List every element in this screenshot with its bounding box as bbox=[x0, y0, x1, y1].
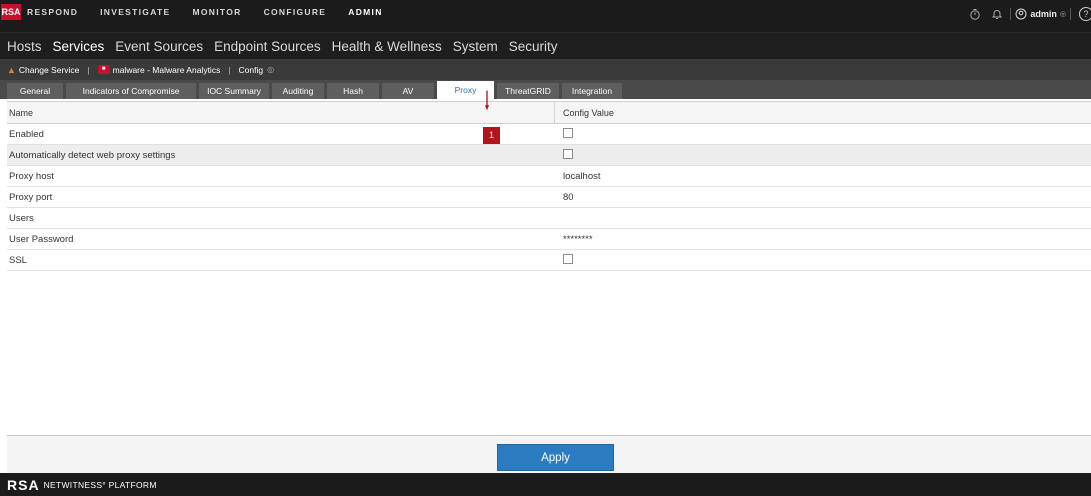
bell-icon[interactable] bbox=[988, 7, 1006, 21]
footer-brand-bar: RSA NETWITNESS° PLATFORM bbox=[0, 473, 1091, 496]
enabled-checkbox[interactable] bbox=[563, 127, 573, 141]
divider bbox=[1010, 8, 1012, 20]
tab-auditing[interactable]: Auditing bbox=[272, 83, 324, 99]
netwitness-platform-label: NETWITNESS° PLATFORM bbox=[43, 479, 157, 490]
setting-name: Automatically detect web proxy settings bbox=[9, 149, 176, 161]
setting-name: SSL bbox=[9, 254, 27, 266]
apply-button[interactable]: Apply bbox=[497, 444, 614, 471]
setting-name: Enabled bbox=[9, 128, 44, 140]
setting-name: Proxy port bbox=[9, 191, 53, 203]
tab-threatgrid[interactable]: ThreatGRID bbox=[497, 83, 559, 99]
divider: | bbox=[228, 64, 231, 75]
divider: | bbox=[87, 64, 90, 75]
top-nav: RESPOND INVESTIGATE MONITOR CONFIGURE AD… bbox=[27, 7, 427, 40]
callout-arrow-icon bbox=[485, 90, 489, 111]
table-row[interactable]: Proxy port 80 bbox=[7, 187, 1091, 208]
auto-detect-proxy-checkbox[interactable] bbox=[563, 148, 573, 162]
sub-nav-services[interactable]: Services bbox=[53, 39, 105, 54]
sub-nav-security[interactable]: Security bbox=[509, 39, 558, 54]
sub-nav-health-wellness[interactable]: Health & Wellness bbox=[332, 39, 442, 54]
sub-nav-event-sources[interactable]: Event Sources bbox=[115, 39, 203, 54]
rsa-footer-logo: RSA bbox=[7, 476, 40, 493]
proxy-config-table: Name Config Value Enabled Automatically … bbox=[7, 101, 1091, 271]
tab-integration[interactable]: Integration bbox=[562, 83, 622, 99]
top-nav-bar: RSA RESPOND INVESTIGATE MONITOR CONFIGUR… bbox=[0, 0, 1091, 40]
top-nav-admin-wrap: ADMIN bbox=[348, 7, 404, 40]
ssl-checkbox[interactable] bbox=[563, 253, 573, 267]
service-bar: ▲ Change Service | ■ malware - Malware A… bbox=[0, 59, 1091, 80]
top-nav-admin[interactable]: ADMIN bbox=[348, 7, 382, 17]
setting-name: Proxy host bbox=[9, 170, 54, 182]
table-row[interactable]: Enabled bbox=[7, 124, 1091, 145]
chevron-down-icon: ◎ bbox=[1059, 11, 1066, 18]
tab-hash[interactable]: Hash bbox=[327, 83, 379, 99]
change-service-link[interactable]: Change Service bbox=[19, 65, 79, 75]
view-selector[interactable]: Config bbox=[239, 65, 264, 75]
callout-badge: 1 bbox=[483, 127, 500, 144]
warning-icon: ▲ bbox=[7, 64, 16, 75]
help-icon[interactable]: ? bbox=[1079, 7, 1091, 21]
tab-indicators-of-compromise[interactable]: Indicators of Compromise bbox=[66, 83, 196, 99]
sub-nav-hosts[interactable]: Hosts bbox=[7, 39, 42, 54]
table-row[interactable]: SSL bbox=[7, 250, 1091, 271]
tab-general[interactable]: General bbox=[7, 83, 63, 99]
service-name: malware - Malware Analytics bbox=[112, 64, 221, 75]
page: RSA RESPOND INVESTIGATE MONITOR CONFIGUR… bbox=[0, 0, 1091, 496]
config-tabs: General Indicators of Compromise IOC Sum… bbox=[0, 80, 1091, 99]
tab-ioc-summary[interactable]: IOC Summary bbox=[199, 83, 269, 99]
setting-name: Users bbox=[9, 212, 34, 224]
top-nav-configure[interactable]: CONFIGURE bbox=[264, 7, 327, 17]
timer-icon[interactable] bbox=[966, 7, 984, 21]
user-password-value[interactable]: ******** bbox=[563, 234, 593, 245]
table-row[interactable]: Proxy host localhost bbox=[7, 166, 1091, 187]
user-name: admin bbox=[1030, 9, 1057, 19]
table-row[interactable]: User Password ******** bbox=[7, 229, 1091, 250]
column-header-name[interactable]: Name bbox=[9, 108, 33, 118]
column-header-config-value[interactable]: Config Value bbox=[563, 108, 614, 118]
table-header: Name Config Value bbox=[7, 101, 1091, 124]
proxy-port-value[interactable]: 80 bbox=[563, 192, 574, 203]
top-nav-respond[interactable]: RESPOND bbox=[27, 7, 78, 17]
column-divider[interactable] bbox=[554, 102, 555, 123]
sub-nav-system[interactable]: System bbox=[453, 39, 498, 54]
top-nav-monitor[interactable]: MONITOR bbox=[192, 7, 241, 17]
divider bbox=[1070, 8, 1071, 20]
admin-sub-nav: Hosts Services Event Sources Endpoint So… bbox=[0, 32, 1091, 59]
chevron-down-icon[interactable]: ◎ bbox=[267, 65, 274, 74]
user-icon bbox=[1015, 8, 1027, 20]
tab-av[interactable]: AV bbox=[382, 83, 434, 99]
top-right-tools: admin ◎ ? bbox=[962, 6, 1091, 22]
sub-nav-endpoint-sources[interactable]: Endpoint Sources bbox=[214, 39, 321, 54]
setting-name: User Password bbox=[9, 233, 74, 245]
top-nav-investigate[interactable]: INVESTIGATE bbox=[100, 7, 170, 17]
table-row[interactable]: Automatically detect web proxy settings bbox=[7, 145, 1091, 166]
proxy-host-value[interactable]: localhost bbox=[563, 171, 601, 182]
rsa-logo: RSA bbox=[1, 4, 21, 20]
service-type-icon: ■ bbox=[97, 65, 110, 74]
table-row[interactable]: Users bbox=[7, 208, 1091, 229]
user-menu[interactable]: admin ◎ bbox=[1015, 8, 1066, 20]
